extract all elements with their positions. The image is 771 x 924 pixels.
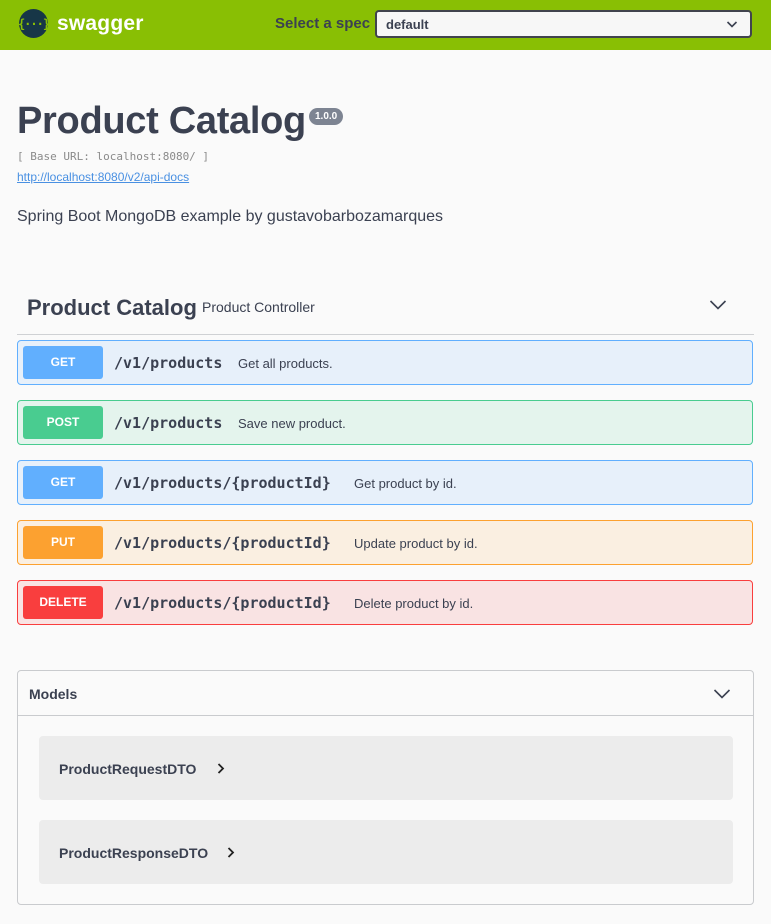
operation-summary: Get all products.	[238, 356, 333, 371]
chevron-down-icon[interactable]	[713, 688, 731, 700]
swagger-logo[interactable]: {···} swagger	[18, 9, 144, 38]
method-badge: GET	[23, 466, 103, 499]
operation-summary: Update product by id.	[354, 536, 478, 551]
method-badge: DELETE	[23, 586, 103, 619]
method-badge: POST	[23, 406, 103, 439]
chevron-right-icon[interactable]	[227, 847, 235, 858]
swagger-logo-icon: {···}	[18, 9, 50, 38]
chevron-down-icon[interactable]	[709, 299, 727, 311]
operation-summary: Save new product.	[238, 416, 346, 431]
operation-summary: Get product by id.	[354, 476, 457, 491]
operation-post-products[interactable]: POST /v1/products Save new product.	[17, 400, 753, 445]
spec-select-label: Select a spec	[275, 15, 371, 32]
model-item-productrequestdto[interactable]: ProductRequestDTO	[39, 736, 733, 800]
tag-description: Product Controller	[202, 299, 315, 315]
tag-header-product-catalog[interactable]: Product Catalog Product Controller	[17, 285, 754, 335]
api-title: Product Catalog	[17, 100, 306, 142]
api-docs-link[interactable]: http://localhost:8080/v2/api-docs	[17, 170, 189, 184]
models-section: Models ProductRequestDTO ProductResponse…	[17, 670, 754, 905]
models-header[interactable]: Models	[18, 671, 753, 716]
topbar: {···} swagger Select a spec default	[0, 0, 771, 50]
operation-path: /v1/products	[114, 354, 223, 372]
operation-put-product-by-id[interactable]: PUT /v1/products/{productId} Update prod…	[17, 520, 753, 565]
operation-path: /v1/products/{productId}	[114, 534, 331, 552]
base-url: [ Base URL: localhost:8080/ ]	[17, 150, 210, 163]
operation-get-products[interactable]: GET /v1/products Get all products.	[17, 340, 753, 385]
chevron-down-icon	[726, 21, 738, 28]
version-badge: 1.0.0	[309, 108, 344, 125]
operation-path: /v1/products/{productId}	[114, 474, 331, 492]
operation-path: /v1/products/{productId}	[114, 594, 331, 612]
operation-delete-product-by-id[interactable]: DELETE /v1/products/{productId} Delete p…	[17, 580, 753, 625]
spec-select-value: default	[386, 17, 429, 32]
chevron-right-icon[interactable]	[217, 763, 225, 774]
api-description: Spring Boot MongoDB example by gustavoba…	[17, 208, 444, 225]
method-badge: PUT	[23, 526, 103, 559]
brand-name: swagger	[57, 11, 144, 35]
method-badge: GET	[23, 346, 103, 379]
model-name: ProductRequestDTO	[59, 761, 197, 777]
spec-select[interactable]: default	[375, 10, 752, 38]
tag-name: Product Catalog	[27, 295, 197, 320]
models-title: Models	[29, 686, 78, 702]
model-item-productresponsedto[interactable]: ProductResponseDTO	[39, 820, 733, 884]
model-name: ProductResponseDTO	[59, 845, 209, 861]
operation-get-product-by-id[interactable]: GET /v1/products/{productId} Get product…	[17, 460, 753, 505]
operation-summary: Delete product by id.	[354, 596, 474, 611]
operation-path: /v1/products	[114, 414, 223, 432]
